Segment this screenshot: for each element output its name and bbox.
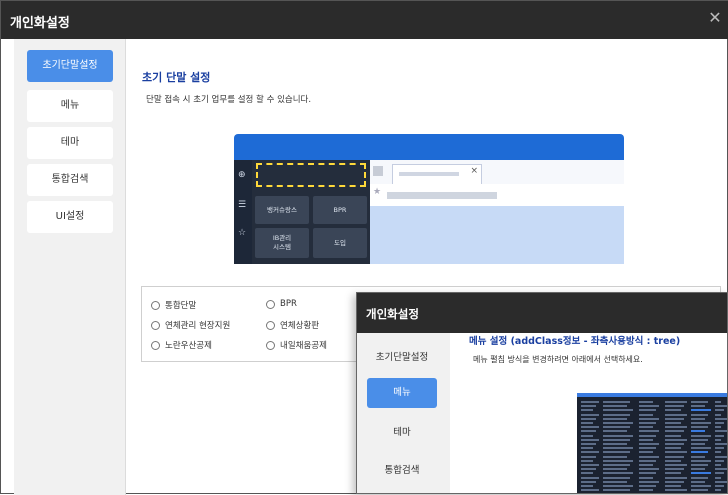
preview-menu-button: IB관리 시스템 (255, 228, 309, 258)
preview-menu-button: 도입 (313, 228, 367, 258)
section-title: 초기 단말 설정 (142, 71, 211, 84)
mini-preview-row (579, 422, 727, 425)
preview-address-bar (387, 192, 497, 199)
overlay-title-bar: 개인화설정 (357, 293, 727, 333)
overlay-sidebar-item-theme[interactable]: 테마 (367, 418, 437, 448)
radio-option[interactable]: 연체관리 현장지원 (151, 319, 230, 331)
radio-option[interactable]: 통합단말 (151, 299, 196, 311)
preview-address-row: ★ (370, 184, 624, 206)
mini-preview-row (579, 480, 727, 484)
radio-circle[interactable] (266, 299, 275, 309)
radio-option[interactable]: BPR (266, 299, 297, 309)
mini-preview-row (579, 447, 727, 450)
radio-option[interactable]: 노란우산공제 (151, 339, 212, 351)
radio-label: BPR (280, 299, 297, 309)
sidebar-item-ui[interactable]: UI설정 (27, 201, 113, 233)
settings-sidebar: 초기단말설정 메뉴 테마 통합검색 UI설정 (14, 39, 125, 495)
favorite-star-icon: ★ (373, 187, 382, 197)
mini-preview-row (579, 455, 727, 459)
mini-preview-row (579, 451, 727, 454)
mini-preview-row (579, 464, 727, 467)
initial-screen-preview: ⊕ ☰ ☆ 뱅커슈랑스 BPR IB관리 시스템 도입 × ★ (234, 134, 624, 264)
mini-preview-row (579, 459, 727, 463)
radio-label: 내일채움공제 (280, 341, 327, 351)
preview-menu-button: 뱅커슈랑스 (255, 196, 309, 224)
radio-circle[interactable] (151, 340, 160, 350)
close-icon[interactable]: ✕ (707, 10, 723, 26)
tab-close-icon: × (470, 166, 478, 176)
radio-circle[interactable] (266, 320, 275, 330)
radio-label: 노란우산공제 (165, 341, 212, 351)
mini-preview-row (579, 413, 727, 417)
preview-header (234, 134, 624, 160)
mini-preview-row (579, 468, 727, 471)
mini-preview-row (579, 472, 727, 475)
mini-preview-row (579, 438, 727, 442)
overlay-sidebar-item-search[interactable]: 통합검색 (367, 456, 437, 486)
menu-icon: ☰ (238, 200, 247, 210)
sidebar-item-initial-terminal[interactable]: 초기단말설정 (27, 50, 113, 82)
overlay-sidebar-item-menu[interactable]: 메뉴 (367, 378, 437, 408)
mini-preview-row (579, 409, 727, 412)
preview-highlight-box (256, 163, 366, 187)
sidebar-item-theme[interactable]: 테마 (27, 127, 113, 159)
radio-circle[interactable] (151, 300, 160, 310)
radio-label: 연체관리 현장지원 (165, 321, 231, 331)
preview-tab-label (399, 172, 459, 176)
overlay-section-title: 메뉴 설정 (addClass정보 - 좌측사용방식 : tree) (469, 336, 681, 347)
mini-preview-row (579, 430, 727, 433)
overlay-settings-window: 개인화설정 초기단말설정 메뉴 테마 통합검색 메뉴 설정 (addClass정… (356, 292, 728, 494)
mini-preview-row (579, 476, 727, 480)
radio-option[interactable]: 내일채움공제 (266, 339, 327, 351)
home-icon (373, 166, 383, 176)
sidebar-divider (125, 39, 126, 495)
sidebar-item-search[interactable]: 통합검색 (27, 164, 113, 196)
mini-preview-row (579, 401, 727, 404)
preview-tab-bar: × (370, 160, 624, 185)
radio-label: 연체상황판 (280, 321, 320, 331)
overlay-sidebar-item-initial[interactable]: 초기단말설정 (367, 343, 437, 373)
preview-content-area (370, 206, 624, 264)
radio-label: 통합단말 (165, 301, 197, 311)
mini-preview-row (579, 489, 727, 492)
mini-preview-row (579, 434, 727, 438)
sidebar-item-menu[interactable]: 메뉴 (27, 90, 113, 122)
mini-preview-header (577, 393, 727, 397)
section-description: 단말 접속 시 초기 업무를 설정 할 수 있습니다. (146, 95, 312, 105)
globe-icon: ⊕ (238, 170, 246, 180)
mini-preview-row (579, 485, 727, 488)
mini-preview-row (579, 443, 727, 446)
overlay-window-title: 개인화설정 (366, 307, 419, 321)
preview-menu-button: BPR (313, 196, 367, 224)
overlay-sidebar: 초기단말설정 메뉴 테마 통합검색 (357, 333, 450, 493)
menu-layout-preview (577, 393, 727, 493)
overlay-section-description: 메뉴 펼침 방식을 변경하려면 아래에서 선택하세요. (473, 355, 643, 364)
mini-preview-row (579, 426, 727, 429)
star-icon: ☆ (238, 228, 247, 238)
mini-preview-row (579, 405, 727, 408)
radio-circle[interactable] (151, 320, 160, 330)
title-bar: 개인화설정 ✕ (1, 1, 728, 39)
radio-option[interactable]: 연체상황판 (266, 319, 319, 331)
window-title: 개인화설정 (10, 16, 70, 31)
preview-tab: × (392, 164, 482, 184)
radio-circle[interactable] (266, 340, 275, 350)
preview-icon-rail: ⊕ ☰ ☆ (234, 160, 252, 264)
mini-preview-row (579, 417, 727, 421)
